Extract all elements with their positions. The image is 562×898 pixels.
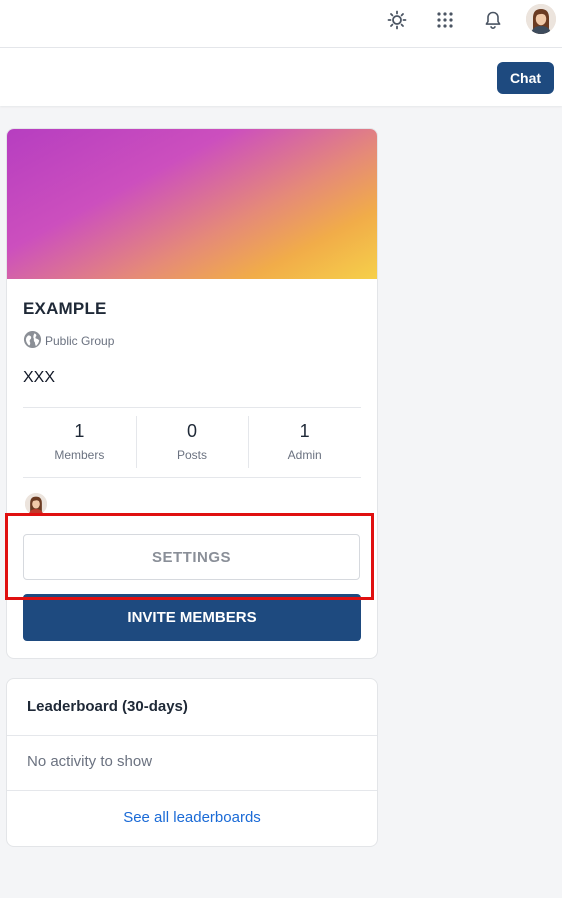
chat-button[interactable]: Chat <box>497 62 554 94</box>
group-stats: 1 Members 0 Posts 1 Admin <box>23 407 361 478</box>
apps-grid-icon[interactable] <box>433 8 457 32</box>
group-privacy: Public Group <box>23 330 114 352</box>
privacy-label: Public Group <box>45 334 115 348</box>
stat-admin[interactable]: 1 Admin <box>248 408 361 477</box>
stat-value: 1 <box>299 421 310 441</box>
stat-label: Admin <box>287 448 322 462</box>
sun-icon[interactable] <box>385 8 409 32</box>
user-avatar[interactable] <box>526 4 556 34</box>
stat-posts[interactable]: 0 Posts <box>135 408 249 477</box>
stat-label: Posts <box>177 448 208 462</box>
stat-value: 0 <box>187 421 198 441</box>
stat-label: Members <box>54 448 105 462</box>
leaderboard-title: Leaderboard (30-days) <box>27 698 188 715</box>
group-card: EXAMPLE Public Group XXX 1 Members 0 Pos… <box>6 128 378 659</box>
see-all-leaderboards-link[interactable]: See all leaderboards <box>7 809 377 826</box>
top-bar <box>0 0 562 48</box>
bell-icon[interactable] <box>481 8 505 32</box>
divider <box>7 790 377 791</box>
divider <box>7 735 377 736</box>
leaderboard-empty-text: No activity to show <box>27 753 153 770</box>
group-name: EXAMPLE <box>23 299 107 318</box>
stat-value: 1 <box>74 421 85 441</box>
settings-button[interactable]: SETTINGS <box>23 534 360 580</box>
leaderboard-card: Leaderboard (30-days) No activity to sho… <box>6 678 378 847</box>
invite-members-button[interactable]: INVITE MEMBERS <box>23 594 361 641</box>
stat-members[interactable]: 1 Members <box>23 408 136 477</box>
globe-icon <box>23 330 42 352</box>
group-cover-banner <box>7 129 377 279</box>
group-description: XXX <box>23 369 56 386</box>
sub-header <box>0 48 562 106</box>
member-avatar[interactable] <box>25 493 47 515</box>
